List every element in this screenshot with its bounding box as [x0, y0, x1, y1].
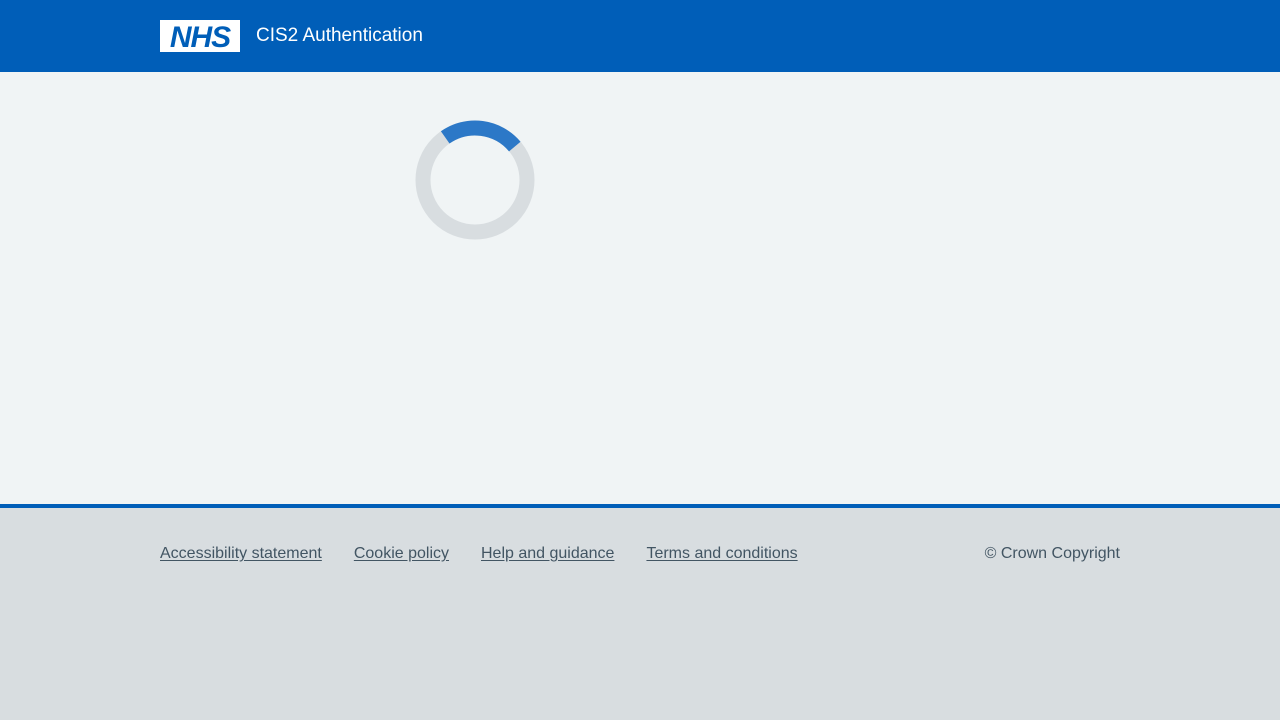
nhs-logo-link[interactable]: NHS — [160, 20, 240, 54]
nhs-logo-text: NHS — [170, 21, 231, 52]
accessibility-statement-link[interactable]: Accessibility statement — [160, 545, 322, 562]
footer-links-list: Accessibility statement Cookie policy He… — [160, 542, 798, 566]
footer-link-item: Accessibility statement — [160, 542, 322, 566]
loading-spinner-icon — [415, 120, 535, 240]
spinner-arc — [440, 120, 521, 152]
cookie-policy-link[interactable]: Cookie policy — [354, 545, 449, 562]
header-container: NHS CIS2 Authentication — [160, 20, 423, 54]
main-content — [0, 72, 1280, 504]
footer-link-item: Terms and conditions — [646, 542, 797, 566]
terms-and-conditions-link[interactable]: Terms and conditions — [646, 545, 797, 562]
site-header: NHS CIS2 Authentication — [0, 0, 1280, 72]
service-name-link[interactable]: CIS2 Authentication — [256, 20, 423, 52]
copyright-text: © Crown Copyright — [984, 545, 1120, 562]
site-footer: Accessibility statement Cookie policy He… — [0, 504, 1280, 720]
footer-link-item: Cookie policy — [354, 542, 449, 566]
nhs-logo-icon: NHS — [160, 20, 240, 54]
help-and-guidance-link[interactable]: Help and guidance — [481, 545, 614, 562]
footer-link-item: Help and guidance — [481, 542, 614, 566]
